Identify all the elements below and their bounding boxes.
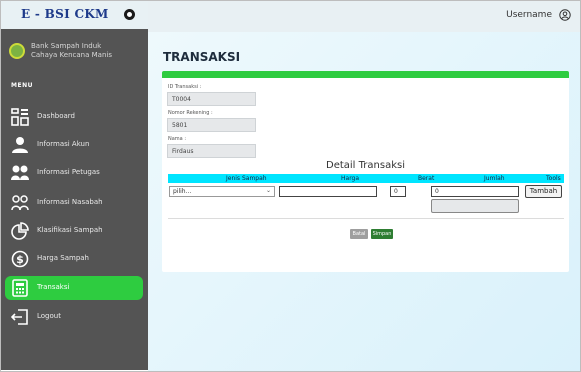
sidebar: E - BSI CKM Bank Sampah Induk Cahaya Ken… <box>1 1 148 370</box>
user-circle-icon[interactable] <box>559 9 571 21</box>
sidebar-item-logout[interactable]: Logout <box>5 305 143 329</box>
harga-input[interactable] <box>279 186 377 197</box>
column-header-jumlah: Jumlah <box>484 175 505 182</box>
sidebar-item-label: Dashboard <box>37 112 75 120</box>
users-icon <box>11 165 29 180</box>
transaction-card: ID Transaksi : T0004 Nomor Rekening : 58… <box>162 71 569 272</box>
sidebar-item-label: Harga Sampah <box>37 254 89 262</box>
sidebar-item-label: Klasifikasi Sampah <box>37 226 103 234</box>
detail-table-row: pilih... ⌄ 0 0 Tambah <box>168 183 564 219</box>
organization-logo <box>9 43 25 59</box>
column-header-berat: Berat <box>418 175 435 182</box>
menu-heading: MENU <box>11 82 33 89</box>
dollar-icon: $ <box>11 250 29 268</box>
brand-title: E - BSI CKM <box>21 7 109 21</box>
svg-text:$: $ <box>16 253 24 266</box>
column-header-tools: Tools <box>546 175 561 182</box>
id-transaksi-field: T0004 <box>167 92 256 106</box>
total-field <box>431 199 519 213</box>
nama-field: Firdaus <box>167 144 256 158</box>
organization-name-line2: Cahaya Kencana Manis <box>31 51 112 59</box>
chevron-down-icon: ⌄ <box>265 187 271 194</box>
dashboard-icon <box>11 108 29 126</box>
nomor-rekening-field: 5801 <box>167 118 256 132</box>
page-title: TRANSAKSI <box>163 50 241 64</box>
username-label[interactable]: Username <box>506 10 552 20</box>
sidebar-item-informasi-petugas[interactable]: Informasi Petugas <box>5 161 143 185</box>
sidebar-item-transaksi[interactable]: Transaksi <box>5 276 143 300</box>
sidebar-item-label: Informasi Nasabah <box>37 198 103 206</box>
user-icon <box>12 137 28 153</box>
sidebar-item-dashboard[interactable]: Dashboard <box>5 105 143 129</box>
jenis-sampah-selected: pilih... <box>173 188 192 195</box>
sidebar-item-label: Logout <box>37 312 61 320</box>
column-header-jenis-sampah: Jenis Sampah <box>226 175 267 182</box>
organization-name-line1: Bank Sampah Induk <box>31 42 102 50</box>
jumlah-input[interactable]: 0 <box>431 186 519 197</box>
jenis-sampah-select[interactable]: pilih... ⌄ <box>169 186 275 197</box>
nomor-rekening-label: Nomor Rekening : <box>168 110 213 116</box>
tambah-button[interactable]: Tambah <box>525 185 562 198</box>
sidebar-item-label: Informasi Petugas <box>37 168 100 176</box>
people-outline-icon <box>11 195 29 211</box>
nama-label: Nama : <box>168 136 187 142</box>
pie-chart-icon <box>11 222 29 240</box>
organization-info: Bank Sampah Induk Cahaya Kencana Manis <box>7 38 147 66</box>
id-transaksi-label: ID Transaksi : <box>168 84 202 90</box>
top-bar: Username <box>148 1 580 32</box>
simpan-button[interactable]: Simpan <box>371 229 393 239</box>
logout-icon <box>11 309 28 325</box>
berat-input[interactable]: 0 <box>390 186 406 197</box>
sidebar-item-label: Transaksi <box>37 283 70 291</box>
main-content: TRANSAKSI ID Transaksi : T0004 Nomor Rek… <box>148 32 580 371</box>
sidebar-item-informasi-nasabah[interactable]: Informasi Nasabah <box>5 191 143 215</box>
detail-table-header: Jenis Sampah Harga Berat Jumlah Tools <box>168 174 564 183</box>
sidebar-toggle-icon[interactable] <box>124 9 135 20</box>
sidebar-item-harga-sampah[interactable]: $ Harga Sampah <box>5 247 143 271</box>
column-header-harga: Harga <box>341 175 360 182</box>
brand-bar: E - BSI CKM <box>1 1 148 29</box>
batal-button[interactable]: Batal <box>350 229 368 239</box>
sidebar-item-informasi-akun[interactable]: Informasi Akun <box>5 133 143 157</box>
detail-transaksi-title: Detail Transaksi <box>326 160 405 171</box>
calculator-icon <box>12 279 28 297</box>
sidebar-item-label: Informasi Akun <box>37 140 90 148</box>
sidebar-item-klasifikasi-sampah[interactable]: Klasifikasi Sampah <box>5 219 143 243</box>
